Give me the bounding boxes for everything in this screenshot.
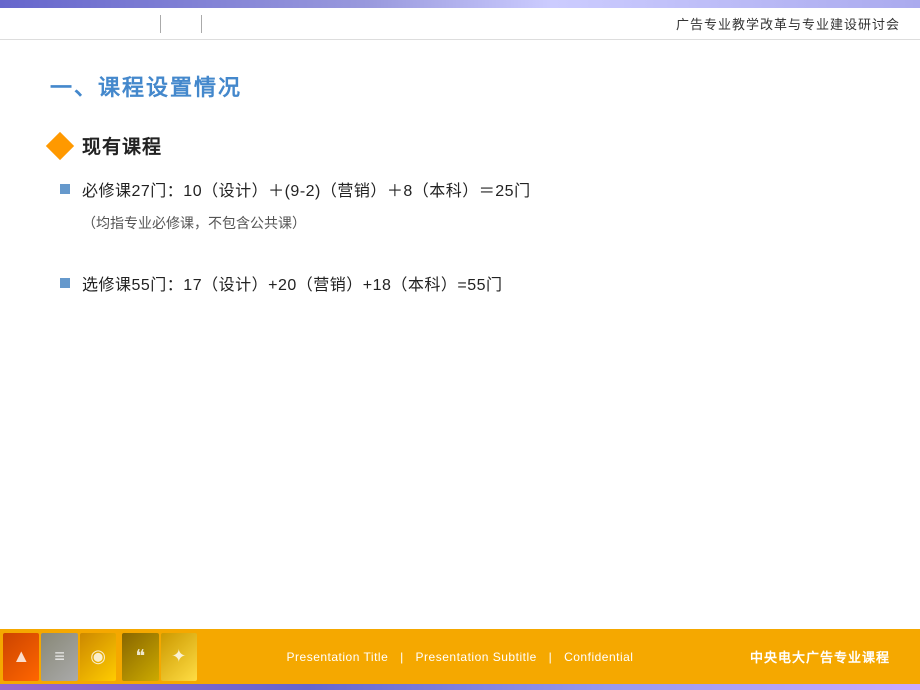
list-item-subtext-1: （均指专业必修课，不包含公共课） — [82, 213, 870, 233]
footer-right: 中央电大广告专业课程 — [720, 629, 920, 684]
presentation-subtitle-label: Presentation Subtitle — [416, 650, 537, 664]
footer-separator-1: | — [400, 650, 407, 664]
item-gap — [60, 253, 870, 273]
slide-container: 广告专业教学改革与专业建设研讨会 一、课程设置情况 现有课程 必修课27门：10… — [0, 0, 920, 690]
bullet-header-text: 现有课程 — [82, 132, 162, 159]
header-decorative-lines — [0, 8, 552, 40]
top-decorative-bar — [0, 0, 920, 8]
footer-image-1: ▲ — [3, 633, 39, 681]
confidential-label: Confidential — [564, 650, 633, 664]
list-item: 必修课27门：10（设计）＋(9-2)（营销）＋8（本科）＝25门 — [60, 179, 870, 205]
footer-images: ▲ ≡ ◉ ❝ ✦ — [0, 629, 200, 684]
footer-img-icon-2: ≡ — [54, 646, 65, 667]
footer-separator-2: | — [549, 650, 556, 664]
footer-img-icon-5: ✦ — [171, 646, 186, 667]
footer-text-area: Presentation Title | Presentation Subtit… — [200, 629, 720, 684]
footer-right-text: 中央电大广告专业课程 — [750, 647, 890, 666]
footer-image-4: ❝ — [122, 633, 158, 681]
header-title: 广告专业教学改革与专业建设研讨会 — [676, 14, 900, 33]
list-item: 选修课55门：17（设计）+20（营销）+18（本科）=55门 — [60, 273, 870, 299]
square-bullet-icon — [60, 184, 70, 194]
footer-image-2: ≡ — [41, 633, 77, 681]
square-bullet-icon — [60, 278, 70, 288]
header: 广告专业教学改革与专业建设研讨会 — [0, 8, 920, 40]
main-content: 一、课程设置情况 现有课程 必修课27门：10（设计）＋(9-2)（营销）＋8（… — [0, 40, 920, 629]
footer-image-5: ✦ — [161, 633, 197, 681]
list-section: 必修课27门：10（设计）＋(9-2)（营销）＋8（本科）＝25门 （均指专业必… — [60, 179, 870, 298]
diamond-icon — [46, 131, 74, 159]
list-item-text-1: 必修课27门：10（设计）＋(9-2)（营销）＋8（本科）＝25门 — [82, 179, 531, 205]
bottom-decorative-bar — [0, 684, 920, 690]
bullet-header: 现有课程 — [50, 132, 870, 159]
footer-img-icon-1: ▲ — [12, 646, 30, 667]
presentation-title-label: Presentation Title — [287, 650, 389, 664]
header-line-1 — [160, 15, 161, 33]
footer-img-icon-4: ❝ — [135, 646, 145, 667]
list-item-text-2: 选修课55门：17（设计）+20（营销）+18（本科）=55门 — [82, 273, 503, 299]
footer-image-3: ◉ — [80, 633, 116, 681]
section-title: 一、课程设置情况 — [50, 70, 870, 102]
footer: ▲ ≡ ◉ ❝ ✦ Presentation Title | Presentat… — [0, 629, 920, 684]
footer-img-icon-3: ◉ — [90, 646, 106, 667]
header-line-2 — [201, 15, 202, 33]
footer-text: Presentation Title | Presentation Subtit… — [283, 650, 638, 664]
